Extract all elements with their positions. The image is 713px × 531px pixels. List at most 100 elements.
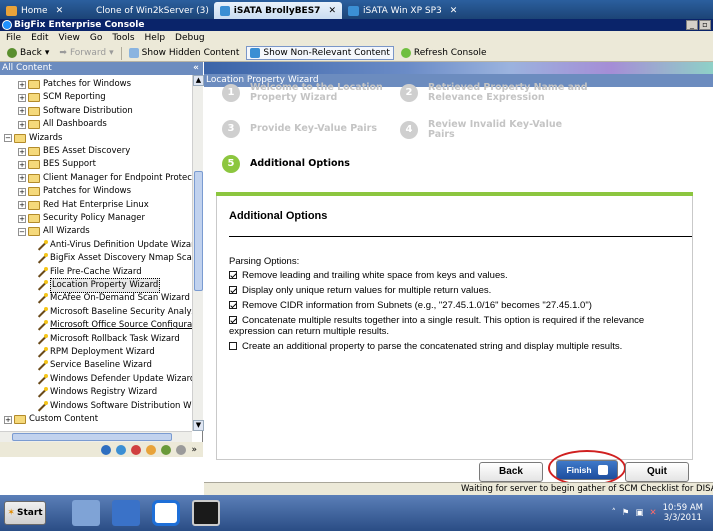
tab-clone-win2k[interactable]: Clone of Win2kServer (3) [86,2,214,19]
tree-wizard-item[interactable]: Location Property Wizard [36,278,161,293]
tree-wizard-item[interactable]: Microsoft Office Source Configurati [36,319,192,332]
wizard-step-1[interactable]: 1 Welcome to the Location Property Wizar… [222,83,392,103]
scrollbar-thumb[interactable] [194,171,203,291]
tree-wizard-item[interactable]: Windows Registry Wizard [36,386,157,399]
close-icon[interactable]: ✕ [450,6,458,16]
option-checkbox[interactable] [229,271,237,279]
expand-icon[interactable]: + [18,201,26,210]
collapse-icon[interactable]: − [18,227,26,236]
tree-wizard-item[interactable]: Microsoft Baseline Security Analyze [36,306,192,319]
expand-icon[interactable]: + [18,147,26,156]
show-non-relevant-button[interactable]: Show Non-Relevant Content [246,46,394,60]
taskbar-remote-app[interactable] [112,500,140,526]
forward-button[interactable]: ➡ Forward ▾ [56,47,116,59]
option-concatenate-results[interactable]: Concatenate multiple results together in… [229,315,684,337]
maximize-button[interactable]: ▫ [699,20,711,30]
tab-isata-brolly[interactable]: iSATA BrollyBES7 ✕ [214,2,342,19]
patch-domain-icon[interactable] [116,444,127,455]
tree-folder[interactable]: + Patches for Windows [18,185,131,198]
tree-folder[interactable]: + Security Policy Manager [18,212,145,225]
menu-edit[interactable]: Edit [31,33,48,43]
option-checkbox[interactable] [229,316,237,324]
tree-wizard-item[interactable]: Windows Software Distribution Wiz [36,400,192,413]
tree-folder[interactable]: + BES Asset Discovery [18,145,130,158]
flag-icon[interactable]: ⚑ [622,508,630,518]
tree-wizard-item[interactable]: RPM Deployment Wizard [36,346,155,359]
tree-wizard-item[interactable]: McAfee On-Demand Scan Wizard [36,292,190,305]
network-icon[interactable]: ▣ [635,508,643,518]
option-trim-whitespace[interactable]: Remove leading and trailing white space … [229,270,684,281]
expand-icon[interactable]: + [18,107,26,116]
tree-wizard-item[interactable]: Windows Defender Update Wizard [36,373,192,386]
menu-help[interactable]: Help [145,33,166,43]
wizard-step-2[interactable]: 2 Retrieved Property Name and Relevance … [400,83,590,103]
show-hidden-content-button[interactable]: Show Hidden Content [126,47,243,59]
back-wizard-button[interactable]: Back [479,462,543,482]
tree-folder[interactable]: + Patches for Windows [18,78,131,91]
settings-domain-icon[interactable] [161,444,172,455]
collapse-pane-icon[interactable]: « [193,62,199,75]
expand-icon[interactable]: + [18,187,26,196]
close-icon[interactable]: ✕ [56,6,64,16]
tree-folder[interactable]: + All Dashboards [18,118,107,131]
scroll-up-icon[interactable]: ▲ [193,75,204,86]
quit-button[interactable]: Quit [625,462,689,482]
option-remove-cidr[interactable]: Remove CIDR information from Subnets (e.… [229,300,684,311]
wizard-step-5[interactable]: 5 Additional Options [222,155,422,173]
option-checkbox[interactable] [229,301,237,309]
more-domain-icon[interactable] [176,444,187,455]
menu-debug[interactable]: Debug [175,33,205,43]
option-additional-property[interactable]: Create an additional property to parse t… [229,341,684,352]
menu-go[interactable]: Go [90,33,102,43]
tree-wizard-item[interactable]: Anti-Virus Definition Update Wizard [36,239,192,252]
scroll-down-icon[interactable]: ▼ [193,420,204,431]
expand-icon[interactable]: + [18,214,26,223]
expand-icon[interactable]: + [18,120,26,129]
tab-isata-winxp[interactable]: iSATA Win XP SP3 ✕ [342,2,472,19]
security-domain-icon[interactable] [131,444,142,455]
taskbar-network-app[interactable] [72,500,100,526]
expand-icon[interactable]: + [4,415,12,424]
tree-folder[interactable]: − All Wizards [18,225,90,238]
option-checkbox[interactable] [229,342,237,350]
expand-icon[interactable]: + [18,174,26,183]
clock[interactable]: 10:59 AM 3/3/2011 [663,503,703,523]
close-icon[interactable]: ✕ [328,6,336,16]
expand-icon[interactable]: + [18,93,26,102]
tab-home[interactable]: Home ✕ [0,2,86,19]
tree-folder[interactable]: + BES Support [18,158,96,171]
tree-vertical-scrollbar[interactable]: ▲ ▼ [192,75,204,431]
scrollbar-thumb[interactable] [12,433,172,441]
tree-folder[interactable]: + Red Hat Enterprise Linux [18,199,149,212]
menu-file[interactable]: File [6,33,21,43]
tree-folder[interactable]: + SCM Reporting [18,91,106,104]
more-chevron-icon[interactable]: » [191,445,197,455]
taskbar-bigfix-app[interactable] [152,500,180,526]
menu-view[interactable]: View [59,33,80,43]
tree-wizard-item[interactable]: Service Baseline Wizard [36,359,152,372]
tree-wizard-item[interactable]: BigFix Asset Discovery Nmap Scan [36,252,192,265]
menu-tools[interactable]: Tools [112,33,134,43]
option-checkbox[interactable] [229,286,237,294]
people-domain-icon[interactable] [146,444,157,455]
start-button[interactable]: ✶ Start [4,501,46,525]
tree-folder[interactable]: + Client Manager for Endpoint Protection [18,172,192,185]
refresh-console-button[interactable]: Refresh Console [398,47,490,59]
tree-folder[interactable]: + Custom Content [4,413,98,426]
tree-wizard-item[interactable]: Microsoft Rollback Task Wizard [36,333,180,346]
tree-folder[interactable]: − Wizards [4,132,62,145]
tray-up-chevron-icon[interactable]: ˄ [612,508,616,518]
expand-icon[interactable]: + [18,80,26,89]
tree-wizard-item[interactable]: File Pre-Cache Wizard [36,266,142,279]
option-unique-values[interactable]: Display only unique return values for mu… [229,285,684,296]
wizard-step-4[interactable]: 4 Review Invalid Key-Value Pairs [400,120,580,140]
volume-muted-icon[interactable]: ✕ [650,508,657,518]
tree-horizontal-scrollbar[interactable] [0,431,192,442]
tree-folder[interactable]: + Software Distribution [18,105,133,118]
minimize-button[interactable]: _ [686,20,698,30]
expand-icon[interactable]: + [18,160,26,169]
bigfix-domain-icon[interactable] [101,444,112,455]
collapse-icon[interactable]: − [4,134,12,143]
back-button[interactable]: Back ▾ [4,47,52,59]
wizard-step-3[interactable]: 3 Provide Key-Value Pairs [222,120,392,138]
